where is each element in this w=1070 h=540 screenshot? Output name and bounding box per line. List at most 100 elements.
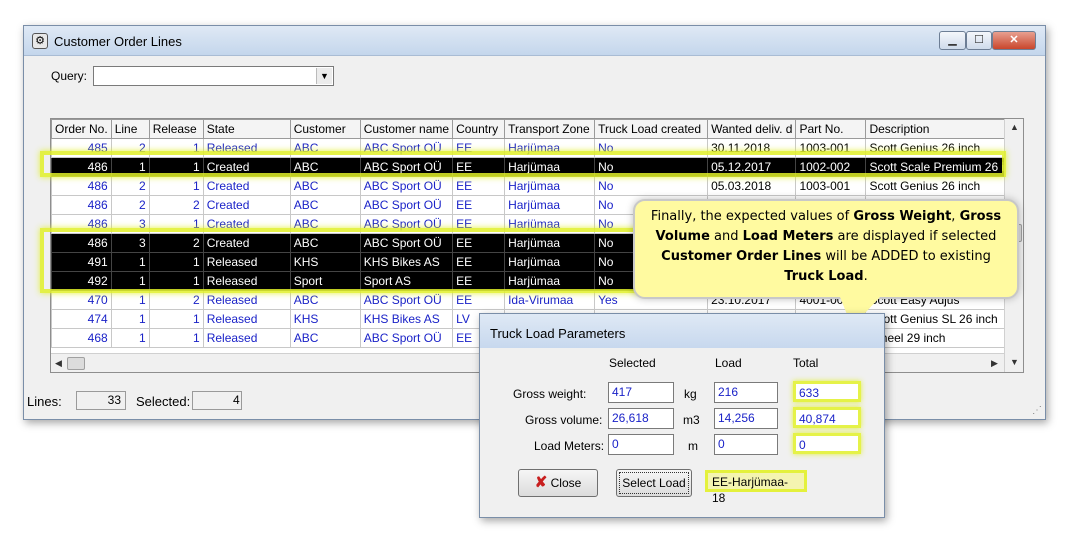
table-cell[interactable]: Created [202,233,291,253]
table-cell[interactable]: 2 [110,195,150,215]
table-cell[interactable]: ABC [289,195,361,215]
column-header[interactable]: Release [148,119,204,139]
column-header[interactable]: Line [110,119,150,139]
table-cell[interactable]: 1 [148,309,204,329]
table-cell[interactable]: 485 [51,138,112,158]
column-header[interactable]: Customer name [359,119,454,139]
table-row[interactable]: 486 1 1 Created ABC ABC Sport OÜ EE Harjümaa No 0… [51,157,1021,177]
table-cell[interactable]: 1 [110,290,150,310]
table-cell[interactable]: Released [202,309,291,329]
minimize-button[interactable]: ▁ [939,31,966,50]
table-cell[interactable]: 486 [51,157,112,177]
horizontal-scroll-thumb[interactable] [67,357,85,370]
table-cell[interactable]: Sport AS [359,271,454,291]
table-cell[interactable]: Harjümaa [504,214,596,234]
table-cell[interactable]: 468 [51,328,112,348]
table-cell[interactable]: 486 [51,195,112,215]
table-cell[interactable]: Harjümaa [504,157,596,177]
table-cell[interactable]: ABC Sport OÜ [359,233,454,253]
maximize-button[interactable]: ☐ [966,31,992,50]
table-cell[interactable]: ABC [289,214,361,234]
scroll-up-icon[interactable]: ▲ [1010,122,1019,132]
table-cell[interactable]: ABC [289,290,361,310]
chevron-down-icon[interactable]: ▼ [316,68,332,84]
column-header[interactable]: Country [452,119,506,139]
table-cell[interactable]: 1 [148,328,204,348]
select-load-button[interactable]: Select Load [616,469,692,497]
table-cell[interactable]: 1003-001 [795,176,867,196]
table-cell[interactable]: 1 [148,252,204,272]
table-cell[interactable]: No [594,138,709,158]
table-cell[interactable]: Released [202,252,291,272]
table-cell[interactable]: 1 [148,176,204,196]
table-cell[interactable]: Wheel 29 inch [865,328,1021,348]
table-cell[interactable]: 3 [110,214,150,234]
table-cell[interactable]: 30.11.2018 [707,138,797,158]
table-cell[interactable]: EE [452,138,506,158]
column-header[interactable]: Wanted deliv. d [707,119,797,139]
table-cell[interactable]: 1 [110,252,150,272]
table-cell[interactable]: 1003-001 [795,138,867,158]
table-cell[interactable]: 1 [110,309,150,329]
table-cell[interactable]: 3 [110,233,150,253]
table-cell[interactable]: 05.12.2017 [707,157,797,177]
close-window-button[interactable]: ✕ [992,31,1036,50]
table-cell[interactable]: ABC Sport OÜ [359,214,454,234]
table-cell[interactable]: Harjümaa [504,233,596,253]
table-cell[interactable]: Scott Genius SL 26 inch [865,309,1021,329]
table-cell[interactable]: EE [452,271,506,291]
table-cell[interactable]: ABC [289,176,361,196]
table-cell[interactable]: KHS Bikes AS [359,252,454,272]
table-cell[interactable]: Harjümaa [504,271,596,291]
gross-volume-total-field[interactable]: 40,874 [793,407,861,428]
table-cell[interactable]: Released [202,271,291,291]
table-cell[interactable]: ABC [289,328,361,348]
table-cell[interactable]: 1 [148,157,204,177]
table-cell[interactable]: EE [452,233,506,253]
table-cell[interactable]: No [594,176,709,196]
gross-weight-load-field[interactable]: 216 [714,382,778,403]
table-cell[interactable]: KHS [289,252,361,272]
table-cell[interactable]: 2 [110,138,150,158]
table-cell[interactable]: EE [452,176,506,196]
gross-volume-load-field[interactable]: 14,256 [714,408,778,429]
table-cell[interactable]: Released [202,138,291,158]
table-cell[interactable]: ABC [289,138,361,158]
gross-weight-total-field[interactable]: 633 [793,381,861,402]
resize-grip-icon[interactable]: ⋰ [1032,405,1042,416]
table-cell[interactable]: Created [202,195,291,215]
table-cell[interactable]: Created [202,157,291,177]
table-cell[interactable]: Sport [289,271,361,291]
column-header[interactable]: Part No. [795,119,867,139]
scroll-right-icon[interactable]: ▶ [991,358,998,369]
table-cell[interactable]: Harjümaa [504,195,596,215]
gross-volume-selected-field[interactable]: 26,618 [608,408,674,429]
table-cell[interactable]: ABC Sport OÜ [359,328,454,348]
table-cell[interactable]: 486 [51,233,112,253]
table-cell[interactable]: EE [452,157,506,177]
table-cell[interactable]: No [594,157,709,177]
table-cell[interactable]: 486 [51,176,112,196]
column-header[interactable]: State [202,119,291,139]
table-cell[interactable]: KHS [289,309,361,329]
load-meters-load-field[interactable]: 0 [714,434,778,455]
table-cell[interactable]: 2 [148,195,204,215]
table-cell[interactable]: 2 [148,290,204,310]
table-cell[interactable]: Scott Genius 26 inch [865,176,1021,196]
table-cell[interactable]: 491 [51,252,112,272]
table-cell[interactable]: Scott Scale Premium 26 inc [865,157,1021,177]
scroll-down-icon[interactable]: ▼ [1010,357,1019,367]
table-cell[interactable]: EE [452,290,506,310]
table-cell[interactable]: 05.03.2018 [707,176,797,196]
table-cell[interactable]: EE [452,195,506,215]
load-meters-total-field[interactable]: 0 [793,433,861,454]
table-cell[interactable]: ABC Sport OÜ [359,176,454,196]
query-select[interactable]: ▼ [93,66,334,86]
scroll-left-icon[interactable]: ◀ [55,358,62,369]
column-header[interactable]: Order No. [51,119,112,139]
table-cell[interactable]: Harjümaa [504,138,596,158]
column-header[interactable]: Description [865,119,1021,139]
table-cell[interactable]: ABC [289,157,361,177]
table-cell[interactable]: Harjümaa [504,176,596,196]
table-cell[interactable]: EE [452,214,506,234]
